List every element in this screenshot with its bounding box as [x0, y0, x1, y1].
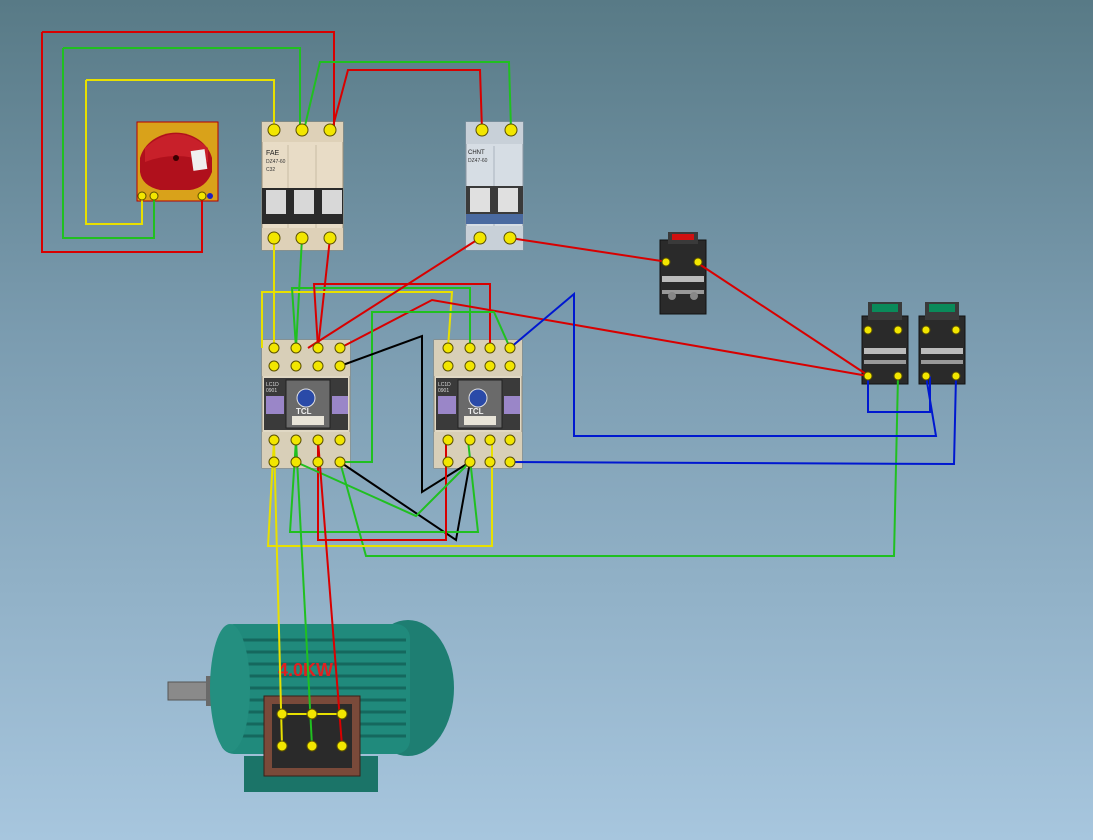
breaker2p-model: DZ47-60	[468, 158, 488, 164]
contactor-left-brand: TCL	[296, 407, 312, 416]
contactor-right-code: 0901	[438, 388, 449, 394]
breaker2p-brand: CHNT	[468, 150, 485, 156]
contactor-right-brand: TCL	[468, 407, 484, 416]
circuit-breaker-2pole[interactable]: CHNT DZ47-60	[465, 121, 524, 251]
stop-button[interactable]	[659, 232, 707, 315]
wire-green-supply	[63, 47, 301, 130]
breaker3p-model: DZ47-60	[266, 159, 286, 165]
motor-icon[interactable]: 4.0KW	[167, 620, 454, 792]
rotary-isolator-icon[interactable]	[136, 121, 219, 202]
circuit-breaker-3pole[interactable]: FAE DZ47-60 C32	[261, 121, 344, 251]
contactor-left-code: 0901	[266, 388, 277, 394]
motor-rating: 4.0KW	[278, 660, 333, 680]
breaker3p-brand: FAE	[266, 150, 280, 157]
breaker3p-spec: C32	[266, 167, 275, 173]
contactor-right[interactable]: TCL LC1D 0901	[433, 339, 523, 469]
wiring-diagram: FAE DZ47-60 C32 CHNT DZ47-60 TCL LC1D 09…	[41, 31, 966, 792]
